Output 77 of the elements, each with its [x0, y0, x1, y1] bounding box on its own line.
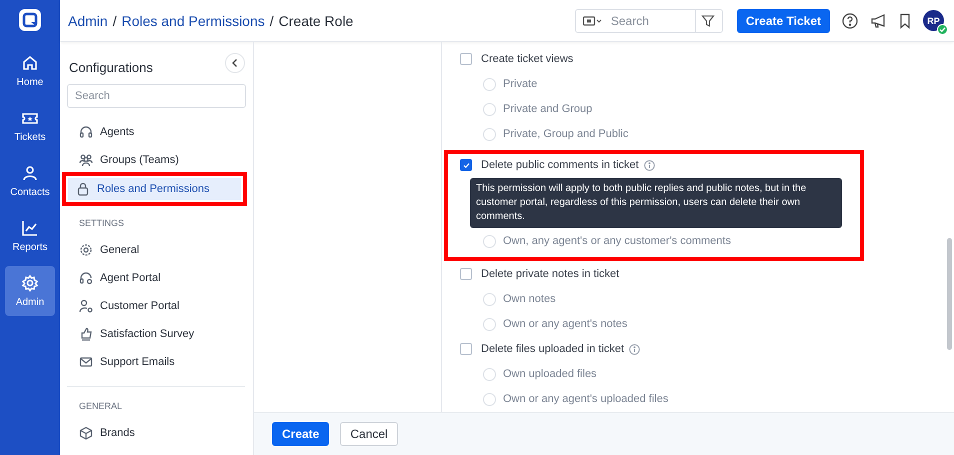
gear-icon [79, 243, 93, 257]
section-heading: SETTINGS [78, 217, 126, 230]
ticket-caret-icon [582, 16, 603, 26]
sidebar-title: Configurations [68, 60, 153, 74]
sidebar-item[interactable]: Roles and Permissions [68, 178, 241, 200]
sidebar-item[interactable]: Agents [67, 122, 245, 142]
option-label: Private and Group [503, 103, 592, 115]
avatar-initials: RP [927, 16, 940, 26]
option-label: Private, Group and Public [503, 128, 628, 140]
people-icon [79, 153, 93, 167]
radio-button[interactable] [483, 292, 496, 306]
mail-icon [79, 355, 93, 369]
radio-button[interactable] [483, 392, 496, 406]
radio-button[interactable] [483, 78, 496, 90]
headset-gear-icon [79, 271, 93, 285]
chart-icon [21, 219, 39, 237]
sidebar-item[interactable]: Groups (Teams) [67, 150, 245, 170]
radio-button[interactable] [483, 102, 496, 116]
logo-icon [18, 8, 42, 32]
option-label: Own, any agent's or any customer's comments [503, 235, 731, 247]
megaphone-icon[interactable] [870, 12, 887, 28]
sidebar-item[interactable]: Satisfaction Survey [67, 324, 245, 344]
person-icon [21, 164, 39, 182]
permission-label: Create ticket views [481, 53, 574, 65]
option-label: Own or any agent's notes [503, 318, 628, 330]
cancel-button[interactable]: Cancel [340, 422, 398, 446]
nav-item[interactable]: Admin [5, 266, 55, 316]
breadcrumb-separator: / [112, 12, 117, 28]
nav-item[interactable]: Home [5, 46, 55, 96]
cube-icon [79, 426, 93, 440]
bookmark-icon[interactable] [899, 12, 911, 28]
sidebar-item[interactable]: Customer Portal [67, 296, 245, 316]
permission-label: Delete private notes in ticket [481, 268, 620, 280]
permission-label: Delete files uploaded in ticket [481, 343, 624, 355]
person-gear-icon [79, 299, 93, 313]
info-icon[interactable] [644, 160, 655, 170]
checkbox[interactable] [460, 268, 472, 280]
option-label: Private [503, 78, 538, 90]
breadcrumb-separator: / [270, 12, 274, 28]
create-button[interactable]: Create [272, 422, 330, 446]
search-box[interactable]: Search [574, 8, 723, 32]
checkbox[interactable] [460, 159, 472, 171]
permission-label: Delete public comments in ticket [481, 159, 639, 171]
sidebar-item[interactable]: Brands [67, 423, 245, 443]
nav-item[interactable]: Contacts [5, 156, 55, 206]
option-label: Own notes [503, 293, 556, 305]
checkbox[interactable] [460, 53, 472, 65]
radio-button[interactable] [483, 128, 496, 140]
sidebar-item[interactable]: Agent Portal [67, 268, 245, 288]
radio-button[interactable] [483, 368, 496, 380]
nav-item[interactable]: Reports [5, 211, 55, 261]
option-label: Own uploaded files [503, 368, 597, 380]
chevron-left-icon [231, 58, 239, 68]
sidebar-item[interactable]: General [67, 240, 245, 260]
radio-button[interactable] [483, 318, 496, 330]
thumbs-up-icon [79, 327, 93, 341]
tooltip: This permission will apply to both public replies and public notes, but in the customer portal, regardless of this permission, users can delete their own comments. [470, 178, 842, 228]
help-icon[interactable] [842, 12, 858, 28]
home-icon [21, 54, 39, 72]
info-icon[interactable] [629, 344, 640, 354]
settings-icon [21, 274, 39, 292]
create-ticket-button[interactable]: Create Ticket [736, 8, 830, 32]
sidebar-search-field[interactable]: Search [67, 84, 246, 108]
lock-icon [76, 182, 90, 196]
option-label: Own or any agent's uploaded files [503, 393, 668, 405]
headset-icon [79, 125, 93, 139]
page-title: Create Role [278, 12, 354, 28]
breadcrumb-link[interactable]: Admin [68, 12, 108, 28]
nav-item[interactable]: Tickets [5, 101, 55, 151]
sidebar-item[interactable]: Support Emails [67, 352, 245, 372]
scrollbar-thumb[interactable] [947, 238, 952, 350]
collapse-button[interactable] [225, 53, 245, 73]
check-icon [462, 160, 470, 170]
section-heading: GENERAL [78, 400, 124, 413]
breadcrumb-link[interactable]: Roles and Permissions [122, 12, 265, 28]
radio-button[interactable] [483, 234, 496, 248]
checkbox[interactable] [460, 343, 472, 355]
